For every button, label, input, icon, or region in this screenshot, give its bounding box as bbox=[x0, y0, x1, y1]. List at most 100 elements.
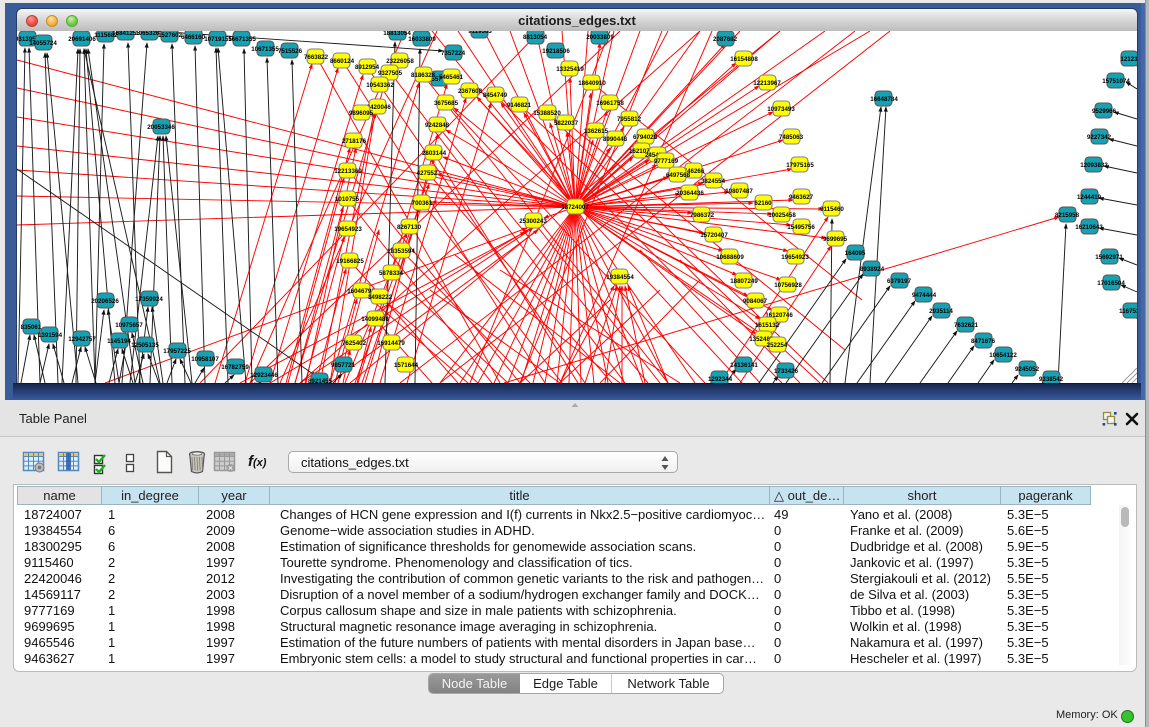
svg-text:16033809: 16033809 bbox=[408, 36, 436, 43]
svg-text:6466160: 6466160 bbox=[181, 34, 206, 41]
svg-text:6379197: 6379197 bbox=[887, 278, 912, 285]
svg-text:10654122: 10654122 bbox=[989, 352, 1017, 359]
svg-text:9084067: 9084067 bbox=[743, 298, 768, 305]
svg-text:1362615: 1362615 bbox=[584, 128, 609, 135]
svg-text:8990448: 8990448 bbox=[603, 136, 628, 143]
svg-text:19166825: 19166825 bbox=[336, 258, 364, 265]
svg-text:1167534: 1167534 bbox=[1119, 308, 1137, 315]
svg-text:10671355: 10671355 bbox=[251, 46, 279, 53]
svg-text:20206526: 20206526 bbox=[91, 298, 119, 305]
svg-text:1010755: 1010755 bbox=[335, 196, 360, 203]
svg-text:18353594: 18353594 bbox=[387, 248, 415, 255]
svg-text:8267130: 8267130 bbox=[397, 224, 422, 231]
svg-text:12505135: 12505135 bbox=[131, 342, 159, 349]
svg-text:7485063: 7485063 bbox=[779, 134, 804, 141]
svg-text:14055724: 14055724 bbox=[29, 40, 57, 47]
svg-text:15692971: 15692971 bbox=[1095, 254, 1123, 261]
svg-text:427552: 427552 bbox=[417, 170, 438, 177]
svg-text:10958107: 10958107 bbox=[191, 356, 219, 363]
svg-text:15388520: 15388520 bbox=[533, 110, 561, 117]
svg-text:3498222: 3498222 bbox=[368, 294, 393, 301]
svg-text:8454749: 8454749 bbox=[483, 92, 508, 99]
svg-text:10973493: 10973493 bbox=[767, 106, 795, 113]
svg-text:6497568: 6497568 bbox=[666, 172, 691, 179]
svg-text:9242848: 9242848 bbox=[425, 122, 450, 129]
svg-text:8938924: 8938924 bbox=[860, 266, 885, 273]
svg-text:1615132: 1615132 bbox=[755, 322, 780, 329]
svg-text:16154808: 16154808 bbox=[730, 56, 758, 63]
svg-text:16961758: 16961758 bbox=[596, 100, 624, 107]
svg-text:5465461: 5465461 bbox=[439, 74, 464, 81]
svg-text:15751074: 15751074 bbox=[1102, 78, 1130, 85]
svg-text:12123: 12123 bbox=[1120, 56, 1137, 63]
svg-text:8813054: 8813054 bbox=[523, 34, 548, 41]
svg-text:9227342: 9227342 bbox=[1087, 134, 1112, 141]
svg-text:10975657: 10975657 bbox=[115, 322, 143, 329]
svg-text:10688609: 10688609 bbox=[716, 254, 744, 261]
svg-text:8660124: 8660124 bbox=[330, 58, 355, 65]
svg-text:1571644: 1571644 bbox=[394, 362, 419, 369]
svg-text:835061: 835061 bbox=[21, 324, 42, 331]
svg-text:18724007: 18724007 bbox=[561, 204, 589, 211]
svg-text:164095: 164095 bbox=[845, 250, 866, 257]
svg-text:18813054: 18813054 bbox=[383, 31, 411, 37]
svg-text:9699695: 9699695 bbox=[823, 236, 848, 243]
svg-text:1527602: 1527602 bbox=[158, 32, 183, 39]
svg-text:16210643: 16210643 bbox=[1075, 224, 1103, 231]
svg-text:7955812: 7955812 bbox=[617, 116, 642, 123]
svg-text:16648784: 16648784 bbox=[870, 96, 898, 103]
svg-text:7663822: 7663822 bbox=[304, 54, 329, 61]
svg-text:7986372: 7986372 bbox=[690, 212, 715, 219]
svg-text:20691406: 20691406 bbox=[68, 36, 96, 43]
svg-text:9474444: 9474444 bbox=[912, 292, 937, 299]
svg-text:25300243: 25300243 bbox=[519, 218, 547, 225]
svg-text:1244419: 1244419 bbox=[1077, 194, 1102, 201]
svg-text:10756928: 10756928 bbox=[774, 282, 802, 289]
svg-text:17957225: 17957225 bbox=[163, 348, 191, 355]
svg-text:62160: 62160 bbox=[754, 200, 772, 207]
svg-text:18807249: 18807249 bbox=[730, 278, 758, 285]
svg-text:7515526: 7515526 bbox=[278, 48, 303, 55]
svg-text:10807487: 10807487 bbox=[725, 188, 753, 195]
svg-text:9529966: 9529966 bbox=[1092, 108, 1117, 115]
svg-text:2803144: 2803144 bbox=[422, 150, 447, 157]
svg-text:9463627: 9463627 bbox=[789, 194, 814, 201]
svg-text:18640910: 18640910 bbox=[578, 80, 606, 87]
svg-text:6794028: 6794028 bbox=[633, 134, 658, 141]
svg-text:9338542: 9338542 bbox=[1039, 376, 1064, 383]
svg-text:9146821: 9146821 bbox=[507, 102, 532, 109]
svg-text:8912954: 8912954 bbox=[355, 64, 380, 71]
svg-text:17975165: 17975165 bbox=[786, 162, 814, 169]
svg-text:8471676: 8471676 bbox=[971, 338, 996, 345]
svg-text:19218506: 19218506 bbox=[542, 48, 570, 55]
svg-text:252254: 252254 bbox=[767, 342, 788, 349]
svg-text:5822037: 5822037 bbox=[554, 120, 579, 127]
svg-text:15720407: 15720407 bbox=[700, 232, 728, 239]
svg-text:20053346: 20053346 bbox=[147, 124, 175, 131]
svg-text:3675685: 3675685 bbox=[434, 100, 459, 107]
svg-text:1391594: 1391594 bbox=[38, 332, 63, 339]
svg-text:1733426: 1733426 bbox=[774, 368, 799, 375]
svg-text:16782759: 16782759 bbox=[221, 364, 249, 371]
svg-text:8921455: 8921455 bbox=[308, 378, 333, 383]
svg-text:19654923: 19654923 bbox=[334, 226, 362, 233]
svg-text:15495756: 15495756 bbox=[787, 224, 815, 231]
svg-text:12942757: 12942757 bbox=[68, 336, 96, 343]
svg-text:9119383: 9119383 bbox=[468, 31, 492, 35]
svg-text:9777169: 9777169 bbox=[654, 158, 679, 165]
svg-text:23226058: 23226058 bbox=[386, 58, 414, 65]
svg-text:2087682: 2087682 bbox=[713, 36, 738, 43]
svg-text:16671355: 16671355 bbox=[228, 36, 256, 43]
svg-text:19654923: 19654923 bbox=[781, 254, 809, 261]
svg-text:14136141: 14136141 bbox=[730, 362, 758, 369]
svg-text:9857721: 9857721 bbox=[331, 362, 356, 369]
svg-text:9245052: 9245052 bbox=[1015, 366, 1040, 373]
svg-text:2718176: 2718176 bbox=[342, 138, 367, 145]
svg-text:12213967: 12213967 bbox=[753, 80, 781, 87]
svg-text:17359924: 17359924 bbox=[135, 296, 163, 303]
svg-text:3824554: 3824554 bbox=[701, 178, 726, 185]
svg-text:16914479: 16914479 bbox=[377, 340, 405, 347]
svg-text:7625402: 7625402 bbox=[342, 340, 367, 347]
svg-text:7632621: 7632621 bbox=[954, 322, 979, 329]
svg-text:8186328: 8186328 bbox=[411, 72, 436, 79]
